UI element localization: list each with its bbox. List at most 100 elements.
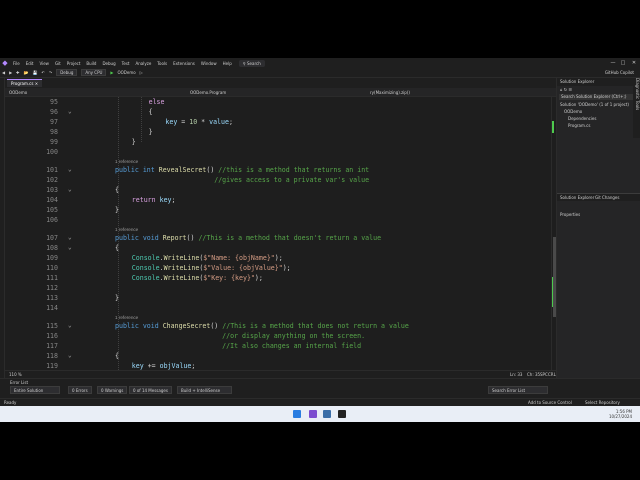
redo-icon[interactable]: ↷ — [49, 70, 52, 76]
undo-icon[interactable]: ↶ — [41, 70, 44, 76]
code-line[interactable]: 115 ⌄ public void ChangeSecret() //This is… — [5, 321, 551, 331]
code-line[interactable]: 107 ⌄ public void Report() //This is a met… — [5, 233, 551, 243]
tree-solution[interactable]: Solution 'OODemo' (1 of 1 project) — [557, 101, 640, 108]
visual-studio-logo-icon: ◆ — [2, 59, 8, 67]
minimize-button[interactable]: — — [608, 58, 618, 68]
class-dropdown[interactable]: OODemo.Program — [190, 88, 226, 97]
code-line[interactable]: 113} — [5, 293, 551, 303]
tree-program-cs[interactable]: Program.cs — [557, 122, 640, 129]
project-dropdown[interactable]: OODemo — [9, 88, 27, 97]
fold-chevron-icon[interactable]: ⌄ — [68, 321, 72, 331]
code-line[interactable]: 99} — [5, 137, 551, 147]
member-dropdown[interactable]: ry(Maximizing).zip() — [370, 88, 410, 97]
fold-chevron-icon[interactable]: ⌄ — [68, 165, 72, 175]
error-scope-dropdown[interactable]: Entire Solution — [10, 386, 60, 394]
line-number: 97 — [50, 118, 58, 126]
messages-filter-button[interactable]: 0 of 14 Messages — [129, 386, 172, 394]
code-line[interactable]: 109 Console.WriteLine($"Name: {objName}")… — [5, 253, 551, 263]
code-line[interactable]: 105} — [5, 205, 551, 215]
menu-project[interactable]: Project — [64, 61, 84, 66]
code-line[interactable]: 101 ⌄ public int RevealSecret() //this is … — [5, 165, 551, 175]
codelens-references[interactable]: 1 reference — [115, 226, 138, 233]
menu-debug[interactable]: Debug — [99, 61, 118, 66]
line-number: 102 — [46, 176, 58, 184]
menu-test[interactable]: Test — [119, 61, 133, 66]
code-line[interactable]: 95 else — [5, 97, 551, 107]
code-text: public void Report() //This is a method … — [115, 233, 381, 243]
fold-chevron-icon[interactable]: ⌄ — [68, 243, 72, 253]
code-token: //or display anything on the screen. — [115, 332, 366, 340]
copilot-button[interactable]: GitHub Copilot — [605, 70, 634, 76]
tree-project[interactable]: OODemo — [557, 108, 640, 115]
tab-program-cs[interactable]: Program.cs × — [7, 79, 43, 87]
save-icon[interactable]: 💾 — [33, 70, 38, 76]
code-line[interactable]: 118 ⌄ { — [5, 351, 551, 361]
code-token: WriteLine — [163, 264, 200, 272]
fold-chevron-icon[interactable]: ⌄ — [68, 107, 72, 117]
platform-dropdown[interactable]: Any CPU — [81, 69, 107, 76]
menu-extensions[interactable]: Extensions — [170, 61, 198, 66]
back-icon[interactable]: ◀ — [2, 70, 5, 76]
open-icon[interactable]: 📂 — [24, 70, 29, 76]
code-line[interactable]: 114 — [5, 303, 551, 313]
search-box[interactable]: ⚲ Search — [238, 59, 265, 67]
menu-build[interactable]: Build — [83, 61, 99, 66]
code-line[interactable]: 96 ⌄ { — [5, 107, 551, 117]
code-line[interactable]: 108 ⌄ { — [5, 243, 551, 253]
error-list-title: Error List — [10, 380, 29, 385]
fold-chevron-icon[interactable]: ⌄ — [68, 351, 72, 361]
menu-edit[interactable]: Edit — [23, 61, 37, 66]
code-editor[interactable]: 95 else 96 ⌄{97 key = 10 * value; 98} 99} 100 1 … — [5, 97, 551, 370]
code-text: } — [115, 205, 119, 215]
code-line[interactable]: 110 Console.WriteLine($"Value: {objValue}… — [5, 263, 551, 273]
close-button[interactable]: ✕ — [629, 58, 639, 68]
errors-filter-button[interactable]: 0 Errors — [68, 386, 92, 394]
code-line[interactable]: 98} — [5, 127, 551, 137]
file-explorer-taskbar-icon[interactable] — [323, 410, 331, 418]
code-line[interactable]: 103 ⌄ { — [5, 185, 551, 195]
start-icon[interactable] — [293, 410, 301, 418]
menu-view[interactable]: View — [36, 61, 52, 66]
error-search-input[interactable]: Search Error List — [488, 386, 548, 394]
start-without-debug-icon[interactable]: ▷ — [140, 70, 143, 76]
codelens-references[interactable]: 1 reference — [115, 314, 138, 321]
solution-search-input[interactable]: Search Solution Explorer (Ctrl+;) — [559, 94, 638, 100]
codelens-references[interactable]: 1 reference — [115, 158, 138, 165]
maximize-button[interactable]: □ — [618, 58, 628, 68]
new-item-icon[interactable]: ✚ — [16, 70, 19, 76]
start-icon[interactable]: ▶ — [110, 70, 113, 76]
menu-tools[interactable]: Tools — [154, 61, 170, 66]
menu-git[interactable]: Git — [52, 61, 64, 66]
code-token: public — [115, 166, 139, 174]
code-line[interactable]: 104 return key; — [5, 195, 551, 205]
code-line[interactable]: 111 Console.WriteLine($"Key: {key}"); — [5, 273, 551, 283]
run-target-button[interactable]: OODemo — [117, 70, 135, 76]
menu-analyze[interactable]: Analyze — [133, 61, 155, 66]
config-dropdown[interactable]: Debug — [56, 69, 78, 76]
line-number: 112 — [46, 284, 58, 292]
code-line[interactable]: 119 key += objValue; — [5, 361, 551, 370]
code-line[interactable]: 102 //gives access to a private var's va… — [5, 175, 551, 185]
fold-chevron-icon[interactable]: ⌄ — [68, 185, 72, 195]
menu-file[interactable]: File — [10, 61, 23, 66]
code-line[interactable]: 117 //It also changes an internal field — [5, 341, 551, 351]
code-line[interactable]: 112 — [5, 283, 551, 293]
visual-studio-taskbar-icon[interactable] — [309, 410, 317, 418]
tab-git-changes[interactable]: Git Changes — [595, 194, 619, 202]
code-line[interactable]: 97 key = 10 * value; — [5, 117, 551, 127]
code-line[interactable]: 100 — [5, 147, 551, 157]
forward-icon[interactable]: ▶ — [9, 70, 12, 76]
diagnostic-tools-tab[interactable]: Diagnostic Tools — [633, 78, 640, 138]
build-source-dropdown[interactable]: Build + IntelliSense — [177, 386, 232, 394]
warnings-filter-button[interactable]: 0 Warnings — [97, 386, 128, 394]
menu-help[interactable]: Help — [220, 61, 235, 66]
close-tab-icon[interactable]: × — [35, 81, 38, 86]
menu-window[interactable]: Window — [198, 61, 220, 66]
terminal-taskbar-icon[interactable] — [338, 410, 346, 418]
tab-solution-explorer[interactable]: Solution Explorer — [560, 194, 594, 202]
code-line[interactable]: 116 //or display anything on the screen. — [5, 331, 551, 341]
code-line[interactable]: 106 — [5, 215, 551, 225]
fold-chevron-icon[interactable]: ⌄ — [68, 233, 72, 243]
tree-dependencies[interactable]: Dependencies — [557, 115, 640, 122]
system-clock[interactable]: 1:56 PM 10/27/2024 — [609, 409, 632, 419]
